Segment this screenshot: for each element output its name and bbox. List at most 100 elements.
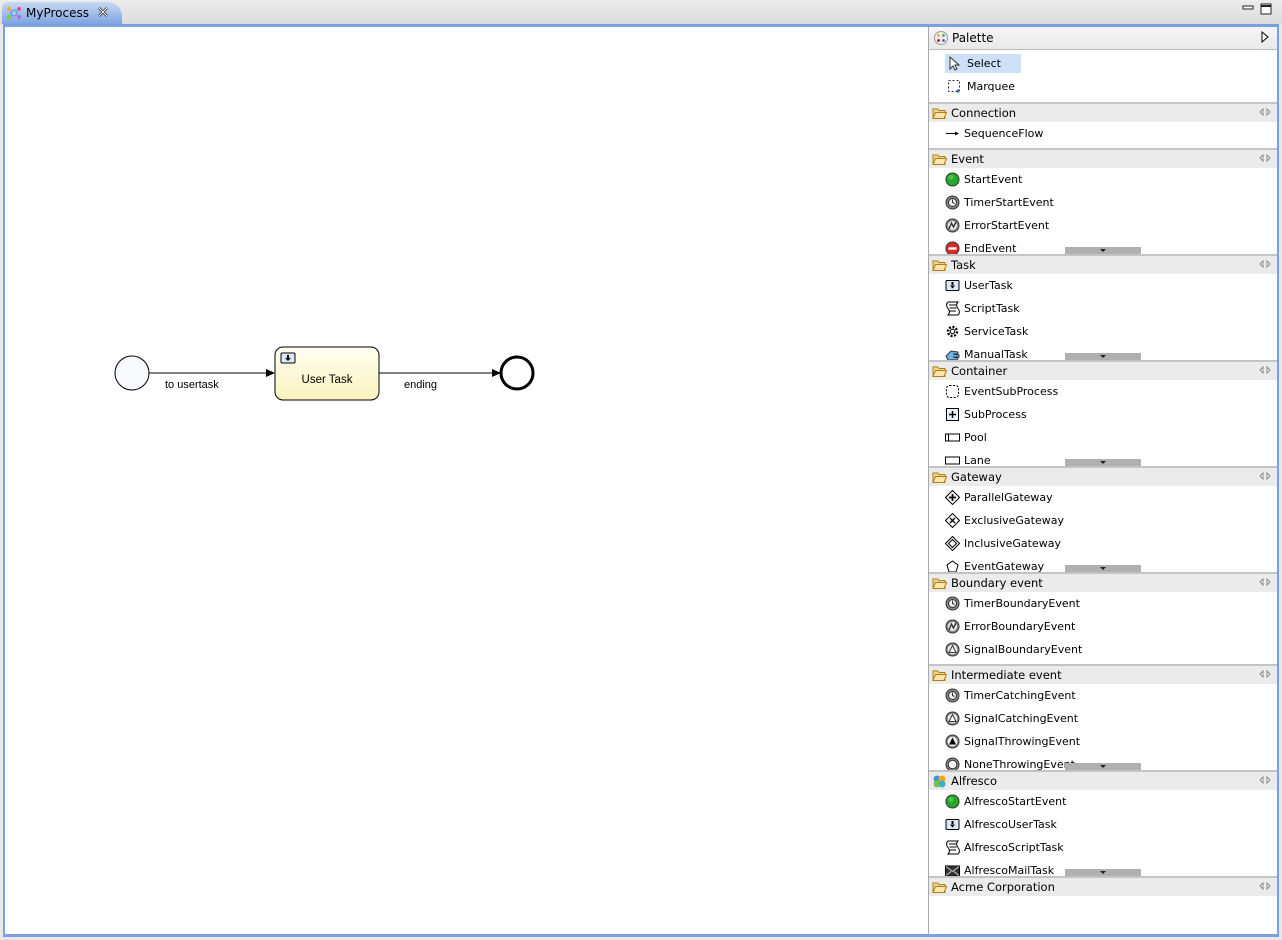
start-event-shape[interactable] <box>114 355 150 391</box>
drawer-header[interactable]: Event <box>929 150 1277 168</box>
palette-item-errorboundaryevent[interactable]: ErrorBoundaryEvent <box>929 615 1277 638</box>
palette-item-scripttask[interactable]: ScriptTask <box>929 297 1277 320</box>
palette-item-sequenceflow[interactable]: SequenceFlow <box>929 122 1277 145</box>
timer-event-icon <box>945 688 960 703</box>
diagram-canvas[interactable]: to usertask User Task ending <box>5 27 927 934</box>
palette-item-alfrescostartevent[interactable]: AlfrescoStartEvent <box>929 790 1277 813</box>
palette-item-label: TimerStartEvent <box>964 196 1054 209</box>
palette-item-startevent[interactable]: StartEvent <box>929 168 1277 191</box>
alfresco-icon <box>932 774 947 789</box>
drawer-header[interactable]: Gateway <box>929 468 1277 486</box>
tool-marquee[interactable]: Marquee <box>929 75 1277 98</box>
palette-item-errorstartevent[interactable]: ErrorStartEvent <box>929 214 1277 237</box>
arrow-pointer-icon <box>947 55 962 71</box>
tab-myprocess[interactable]: MyProcess <box>2 2 122 24</box>
drawer-title: Alfresco <box>951 774 998 788</box>
palette-item-pool[interactable]: Pool <box>929 426 1277 449</box>
drawer-title: Intermediate event <box>951 668 1062 682</box>
user-task-icon <box>945 817 960 832</box>
pool-icon <box>945 430 960 445</box>
collapse-palette-icon[interactable] <box>1261 30 1269 46</box>
pin-drawer-icon[interactable] <box>1259 577 1271 589</box>
service-task-icon <box>945 324 960 339</box>
drawer-header[interactable]: Task <box>929 256 1277 274</box>
error-event-icon <box>945 218 960 233</box>
palette-item-label: SubProcess <box>964 408 1027 421</box>
palette-item-label: EndEvent <box>964 242 1017 254</box>
palette-item-label: SignalBoundaryEvent <box>964 643 1083 656</box>
palette-item-exclusivegateway[interactable]: ExclusiveGateway <box>929 509 1277 532</box>
palette-item-usertask[interactable]: UserTask <box>929 274 1277 297</box>
pin-drawer-icon[interactable] <box>1259 775 1271 787</box>
drawer-header[interactable]: Intermediate event <box>929 666 1277 684</box>
drawer-header[interactable]: Connection <box>929 104 1277 122</box>
drawer-items: TimerBoundaryEvent ErrorBoundaryEvent Sign… <box>929 592 1277 664</box>
marquee-icon <box>947 79 962 94</box>
pin-drawer-icon[interactable] <box>1259 365 1271 377</box>
drawer-header[interactable]: Acme Corporation <box>929 878 1277 896</box>
palette-item-label: TimerCatchingEvent <box>964 689 1076 702</box>
folder-icon <box>932 365 947 378</box>
script-task-icon <box>945 840 960 855</box>
scroll-down-icon[interactable] <box>1065 565 1141 572</box>
pin-drawer-icon[interactable] <box>1259 153 1271 165</box>
palette-item-parallelgateway[interactable]: ParallelGateway <box>929 486 1277 509</box>
drawer-items: AlfrescoStartEvent AlfrescoUserTask Alfres… <box>929 790 1277 876</box>
drawer-items: EventSubProcess SubProcess Pool Lane <box>929 380 1277 466</box>
palette-item-signalboundaryevent[interactable]: SignalBoundaryEvent <box>929 638 1277 661</box>
drawer-header[interactable]: Container <box>929 362 1277 380</box>
palette-drawer-connection: Connection SequenceFlow <box>929 102 1277 148</box>
drawer-items: StartEvent TimerStartEvent ErrorStartEvent… <box>929 168 1277 254</box>
palette-item-signalcatchingevent[interactable]: SignalCatchingEvent <box>929 707 1277 730</box>
palette-item-label: InclusiveGateway <box>964 537 1061 550</box>
scroll-down-icon[interactable] <box>1065 763 1141 770</box>
palette-item-eventsubprocess[interactable]: EventSubProcess <box>929 380 1277 403</box>
palette-item-label: NoneThrowingEvent <box>964 758 1075 770</box>
palette-item-inclusivegateway[interactable]: InclusiveGateway <box>929 532 1277 555</box>
palette-drawer-task: Task UserTask ScriptTask ServiceTask ManualT… <box>929 254 1277 360</box>
palette-item-timercatchingevent[interactable]: TimerCatchingEvent <box>929 684 1277 707</box>
palette-item-label: ManualTask <box>964 348 1028 360</box>
drawer-title: Acme Corporation <box>951 880 1055 894</box>
end-event-shape[interactable] <box>499 355 535 391</box>
user-task-icon <box>945 278 960 293</box>
error-event-icon <box>945 619 960 634</box>
maximize-icon[interactable] <box>1260 3 1272 15</box>
palette-item-servicetask[interactable]: ServiceTask <box>929 320 1277 343</box>
scroll-down-icon[interactable] <box>1065 247 1141 254</box>
drawer-header[interactable]: Boundary event <box>929 574 1277 592</box>
flow-label-ending: ending <box>404 379 438 391</box>
signal-throw-icon <box>945 734 960 749</box>
pin-drawer-icon[interactable] <box>1259 259 1271 271</box>
close-tab-icon[interactable] <box>97 6 109 20</box>
drawer-header[interactable]: Alfresco <box>929 772 1277 790</box>
folder-icon <box>932 153 947 166</box>
tool-select-label: Select <box>967 57 1001 70</box>
palette-item-subprocess[interactable]: SubProcess <box>929 403 1277 426</box>
palette-item-alfrescoscripttask[interactable]: AlfrescoScriptTask <box>929 836 1277 859</box>
scroll-down-icon[interactable] <box>1065 459 1141 466</box>
process-icon <box>6 5 22 21</box>
scroll-down-icon[interactable] <box>1065 353 1141 360</box>
palette-item-alfrescousertask[interactable]: AlfrescoUserTask <box>929 813 1277 836</box>
palette-item-label: ErrorBoundaryEvent <box>964 620 1076 633</box>
palette-item-signalthrowingevent[interactable]: SignalThrowingEvent <box>929 730 1277 753</box>
palette-header[interactable]: Palette <box>929 27 1277 50</box>
folder-icon <box>932 259 947 272</box>
user-task-label: User Task <box>301 374 353 386</box>
palette-drawer-intermediate-event: Intermediate event TimerCatchingEvent Sign… <box>929 664 1277 770</box>
script-task-icon <box>945 301 960 316</box>
pin-drawer-icon[interactable] <box>1259 471 1271 483</box>
palette-item-timerstartevent[interactable]: TimerStartEvent <box>929 191 1277 214</box>
tool-select[interactable]: Select <box>929 52 1277 75</box>
scroll-down-icon[interactable] <box>1065 869 1141 876</box>
pin-drawer-icon[interactable] <box>1259 107 1271 119</box>
palette-item-timerboundaryevent[interactable]: TimerBoundaryEvent <box>929 592 1277 615</box>
drawer-title: Task <box>951 258 976 272</box>
pin-drawer-icon[interactable] <box>1259 881 1271 893</box>
palette-item-label: AlfrescoStartEvent <box>964 795 1067 808</box>
minimize-icon[interactable] <box>1242 3 1254 15</box>
pin-drawer-icon[interactable] <box>1259 669 1271 681</box>
event-gateway-icon <box>945 559 960 572</box>
drawer-title: Connection <box>951 106 1017 120</box>
